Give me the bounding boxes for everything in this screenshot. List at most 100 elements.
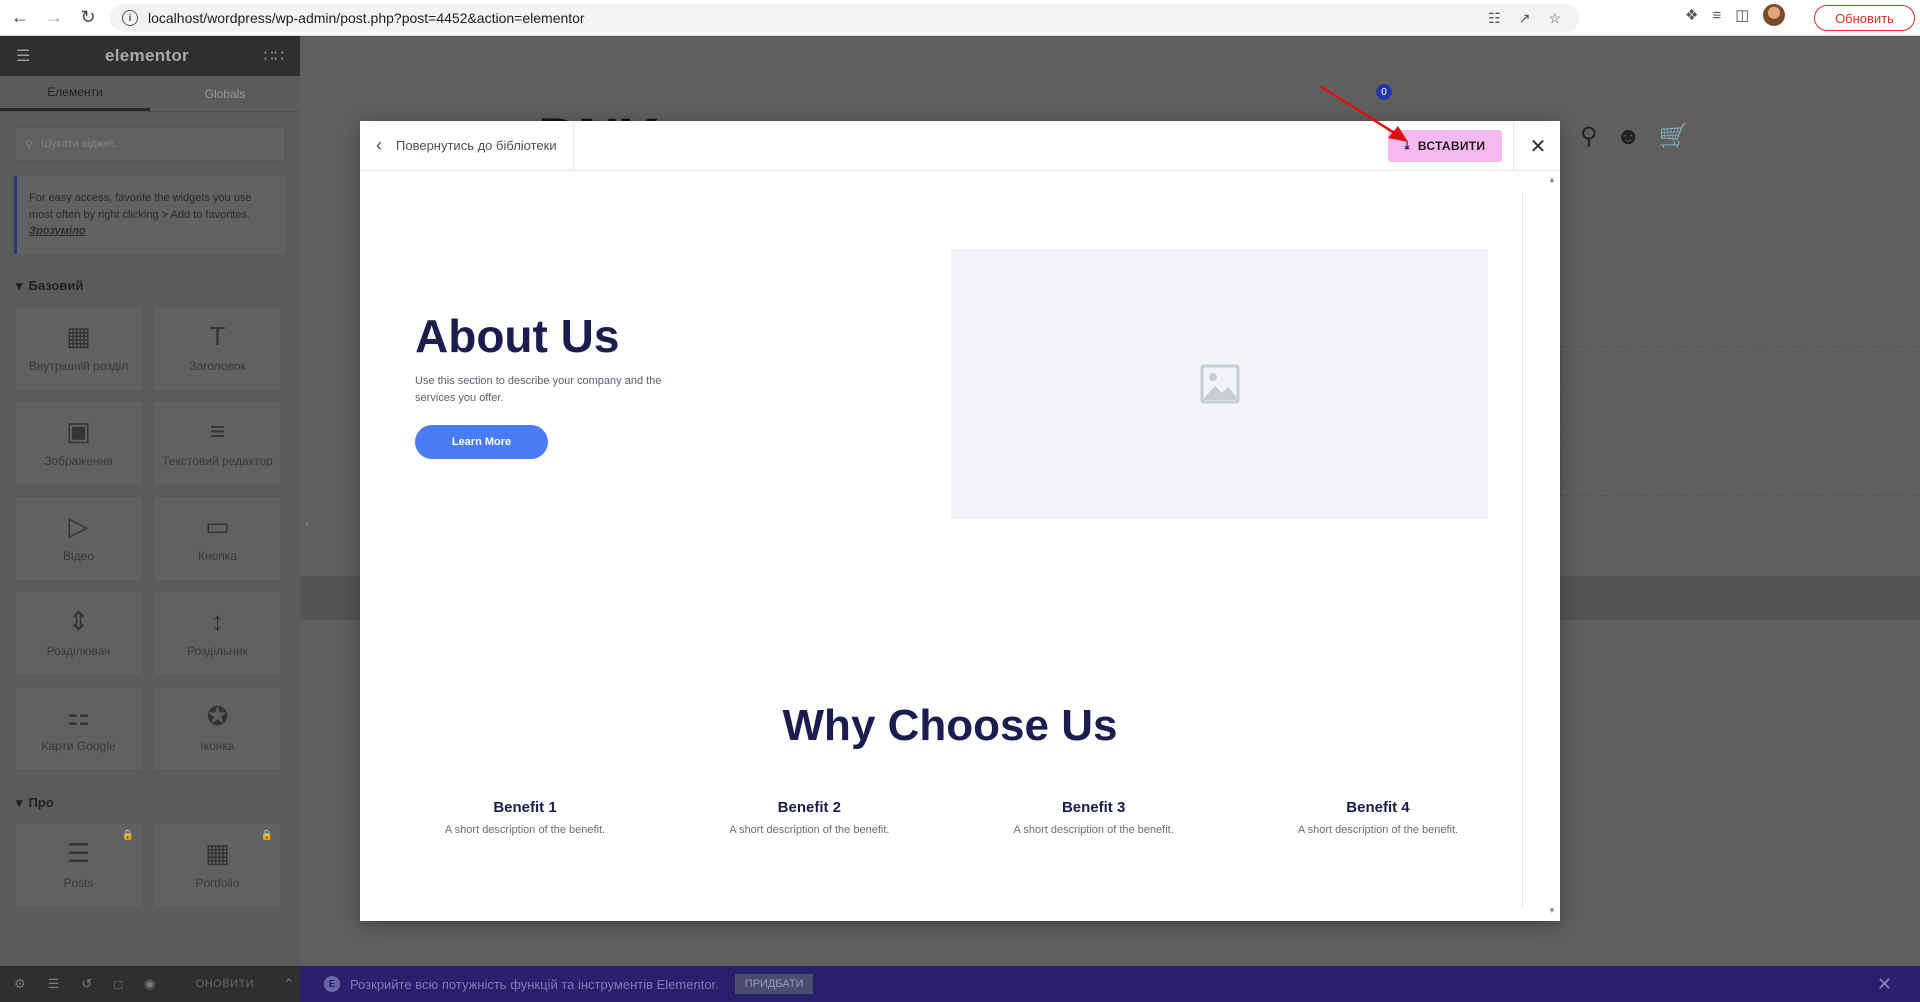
image-placeholder (951, 249, 1488, 519)
forward-icon[interactable]: → (40, 4, 68, 32)
spacer-icon: ↕ (211, 606, 224, 636)
lock-icon: 🔒 (121, 829, 134, 841)
widget-posts[interactable]: 🔒 ☰ Posts (14, 822, 143, 908)
star-icon[interactable]: ☆ (1548, 10, 1561, 27)
heading-icon: T (209, 321, 226, 351)
scrollbar[interactable]: ▲ ▼ (1546, 175, 1560, 915)
template-preview[interactable]: ▲ ▼ About Us Use this section to describ… (360, 171, 1560, 921)
close-icon[interactable]: ✕ (1526, 134, 1550, 158)
widget-icon[interactable]: ✪ Іконка (153, 685, 282, 771)
widget-google-maps[interactable]: ⚏ Карти Google (14, 685, 143, 771)
panel-footer: ⚙ ☰ ↺ □ ◉ ОНОВИТИ ⌃ (0, 966, 300, 1002)
category-pro[interactable]: ▾ Про (16, 795, 284, 811)
benefit-item: Benefit 3 A short description of the ben… (984, 799, 1204, 836)
panel-header: ☰ elementor ∷∷ (0, 36, 300, 76)
scroll-down-icon[interactable]: ▼ (1548, 906, 1556, 915)
back-icon[interactable]: ← (6, 4, 34, 32)
caret-down-icon: ▾ (16, 794, 23, 810)
widget-label: Відео (62, 549, 95, 563)
scroll-up-icon[interactable]: ▲ (1548, 175, 1556, 184)
settings-icon[interactable]: ⚙ (14, 976, 26, 992)
posts-icon: ☰ (66, 838, 91, 868)
elementor-logo-icon: E (324, 976, 340, 992)
back-to-library-link[interactable]: ‹ Повернутись до бібліотеки (360, 120, 574, 171)
text-editor-icon: ≡ (209, 416, 226, 446)
tip-text: For easy access, favorite the widgets yo… (29, 192, 252, 221)
sidepanel-icon[interactable]: ◫ (1735, 6, 1749, 24)
translate-icon[interactable]: ☷ (1488, 10, 1501, 27)
tab-globals[interactable]: Globals (150, 76, 300, 111)
tab-elements[interactable]: Елементи (0, 76, 150, 111)
benefit-item: Benefit 2 A short description of the ben… (699, 799, 919, 836)
publish-button[interactable]: ОНОВИТИ (194, 966, 256, 1002)
widget-image[interactable]: ▣ Зображення (14, 400, 143, 486)
extensions-icon[interactable]: ❖ (1685, 6, 1698, 24)
avatar[interactable] (1763, 4, 1786, 26)
widget-search-input[interactable]: ⚲ Шукати віджет... (14, 127, 286, 161)
widget-label: Portfolio (195, 876, 240, 890)
chevron-up-icon[interactable]: ⌃ (278, 976, 300, 992)
widget-label: Розділювач (46, 644, 111, 658)
button-icon: ▭ (205, 511, 230, 541)
pro-widgets-grid: 🔒 ☰ Posts 🔒 ▦ Portfolio (14, 822, 286, 908)
widget-label: Заголовок (189, 359, 246, 373)
url-text: localhost/wordpress/wp-admin/post.php?po… (148, 10, 585, 26)
benefit-description: A short description of the benefit. (1013, 824, 1174, 836)
widget-label: Роздільник (187, 644, 248, 658)
benefit-description: A short description of the benefit. (729, 824, 890, 836)
header-divider (1513, 121, 1514, 171)
widget-inner-section[interactable]: ▦ Внутрішній розділ (14, 305, 143, 391)
close-icon[interactable]: ✕ (1877, 974, 1892, 995)
video-icon: ▷ (68, 511, 89, 541)
widget-label: Текстовий редактор (162, 454, 273, 468)
history-icon[interactable]: ↺ (81, 976, 92, 992)
search-placeholder: Шукати віджет... (41, 138, 123, 150)
layers-icon[interactable]: ☰ (48, 976, 60, 992)
promo-buy-button[interactable]: ПРИДБАТИ (734, 974, 814, 994)
about-heading: About Us (415, 310, 620, 362)
panel-collapse-icon[interactable]: ‹ (300, 510, 315, 536)
responsive-icon[interactable]: □ (114, 977, 122, 992)
widget-portfolio[interactable]: 🔒 ▦ Portfolio (153, 822, 282, 908)
category-basic[interactable]: ▾ Базовий (16, 278, 284, 294)
widget-divider[interactable]: ⇕ Розділювач (14, 590, 143, 676)
tip-dismiss-link[interactable]: Зрозуміло (29, 225, 85, 237)
reload-icon[interactable]: ↻ (74, 4, 102, 32)
widget-label: Кнопка (198, 549, 237, 563)
chevron-left-icon: ‹ (376, 135, 382, 155)
benefit-description: A short description of the benefit. (444, 824, 606, 836)
benefit-title: Benefit 1 (493, 799, 557, 816)
benefit-item: Benefit 4 A short description of the ben… (1268, 799, 1488, 836)
widget-spacer[interactable]: ↕ Роздільник (153, 590, 282, 676)
promo-text: Розкрийте всю потужність функцій та інст… (350, 976, 719, 992)
preview-eye-icon[interactable]: ◉ (144, 976, 155, 992)
benefit-title: Benefit 3 (1061, 799, 1126, 816)
update-browser-button[interactable]: Обновить (1814, 5, 1915, 31)
divider-icon: ⇕ (67, 606, 90, 636)
share-icon[interactable]: ↗ (1519, 10, 1531, 27)
insert-label: ВСТАВИТИ (1417, 139, 1486, 153)
widget-label: Іконка (200, 739, 235, 753)
favorites-tip: For easy access, favorite the widgets yo… (14, 176, 286, 254)
widget-button[interactable]: ▭ Кнопка (153, 495, 282, 581)
widget-label: Зображення (44, 454, 113, 468)
search-icon: ⚲ (25, 138, 34, 151)
hamburger-menu-icon[interactable]: ☰ (16, 46, 30, 66)
learn-more-button: Learn More (415, 425, 548, 459)
back-label: Повернутись до бібліотеки (396, 138, 557, 153)
browser-toolbar: ← → ↻ i localhost/wordpress/wp-admin/pos… (0, 0, 1920, 36)
widget-text-editor[interactable]: ≡ Текстовий редактор (153, 400, 282, 486)
reading-list-icon[interactable]: ≡ (1712, 7, 1721, 24)
widget-video[interactable]: ▷ Відео (14, 495, 143, 581)
info-icon[interactable]: i (122, 10, 138, 26)
panel-tabs: Елементи Globals (0, 76, 300, 112)
benefit-item: Benefit 1 A short description of the ben… (415, 799, 635, 836)
promo-bar: E Розкрийте всю потужність функцій та ін… (300, 966, 1920, 1002)
benefit-title: Benefit 4 (1346, 799, 1410, 816)
widget-label: Карти Google (41, 739, 116, 753)
basic-widgets-grid: ▦ Внутрішній розділ T Заголовок ▣ Зображ… (14, 305, 286, 771)
widget-heading[interactable]: T Заголовок (153, 305, 282, 391)
apps-grid-icon[interactable]: ∷∷ (264, 46, 284, 66)
preview-edge-line (1522, 191, 1523, 907)
address-bar[interactable]: i localhost/wordpress/wp-admin/post.php?… (110, 4, 1579, 32)
